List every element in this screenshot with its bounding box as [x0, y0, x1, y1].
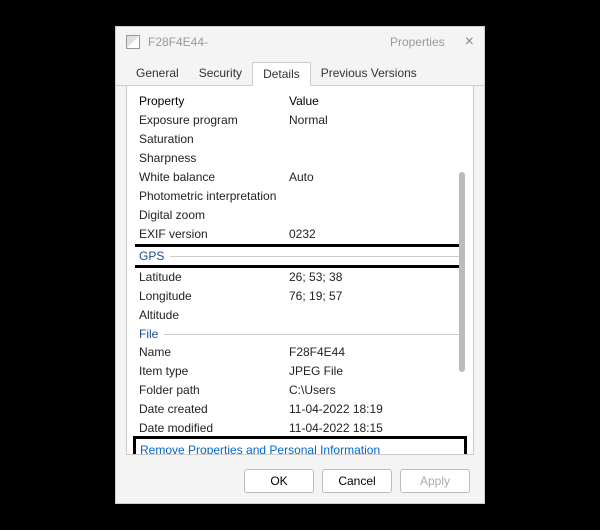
table-row[interactable]: Altitude	[135, 306, 465, 325]
remove-link-highlight: Remove Properties and Personal Informati…	[133, 436, 467, 455]
table-row[interactable]: Saturation	[135, 130, 465, 149]
tab-details[interactable]: Details	[252, 62, 311, 86]
header-property: Property	[139, 93, 289, 110]
tab-strip: General Security Details Previous Versio…	[116, 57, 484, 86]
remove-properties-link[interactable]: Remove Properties and Personal Informati…	[140, 443, 380, 455]
section-file: File	[135, 325, 465, 343]
apply-button: Apply	[400, 469, 470, 493]
tab-previous-versions[interactable]: Previous Versions	[311, 62, 427, 86]
table-row[interactable]: Exposure program Normal	[135, 111, 465, 130]
tab-security[interactable]: Security	[189, 62, 252, 86]
table-row[interactable]: Digital zoom	[135, 206, 465, 225]
table-row[interactable]: Date modified 11-04-2022 18:15	[135, 419, 465, 432]
window-title: Properties	[390, 35, 445, 49]
table-row[interactable]: Latitude 26; 53; 38	[135, 268, 465, 287]
cancel-button[interactable]: Cancel	[322, 469, 392, 493]
property-table: Property Value Exposure program Normal S…	[135, 92, 465, 432]
ok-button[interactable]: OK	[244, 469, 314, 493]
close-icon[interactable]: ×	[465, 33, 474, 51]
section-gps: GPS	[135, 247, 465, 265]
table-row[interactable]: Sharpness	[135, 149, 465, 168]
gps-section-highlight: GPS	[135, 244, 465, 268]
header-value: Value	[289, 93, 461, 110]
table-row[interactable]: Item type JPEG File	[135, 362, 465, 381]
file-icon	[126, 35, 140, 49]
table-row[interactable]: Photometric interpretation	[135, 187, 465, 206]
table-row[interactable]: Longitude 76; 19; 57	[135, 287, 465, 306]
table-row[interactable]: Name F28F4E44	[135, 343, 465, 362]
tab-general[interactable]: General	[126, 62, 189, 86]
table-row[interactable]: EXIF version 0232	[135, 225, 465, 244]
properties-dialog: F28F4E44- Properties × General Security …	[115, 26, 485, 504]
details-panel: Property Value Exposure program Normal S…	[126, 86, 474, 455]
dialog-buttons: OK Cancel Apply	[116, 461, 484, 503]
table-row[interactable]: White balance Auto	[135, 168, 465, 187]
table-row[interactable]: Folder path C:\Users	[135, 381, 465, 400]
table-row[interactable]: Date created 11-04-2022 18:19	[135, 400, 465, 419]
scrollbar-thumb[interactable]	[459, 172, 465, 372]
titlebar: F28F4E44- Properties ×	[116, 27, 484, 57]
window-filename: F28F4E44-	[148, 35, 208, 49]
divider-icon	[170, 256, 461, 257]
divider-icon	[164, 334, 461, 335]
table-header: Property Value	[135, 92, 465, 111]
